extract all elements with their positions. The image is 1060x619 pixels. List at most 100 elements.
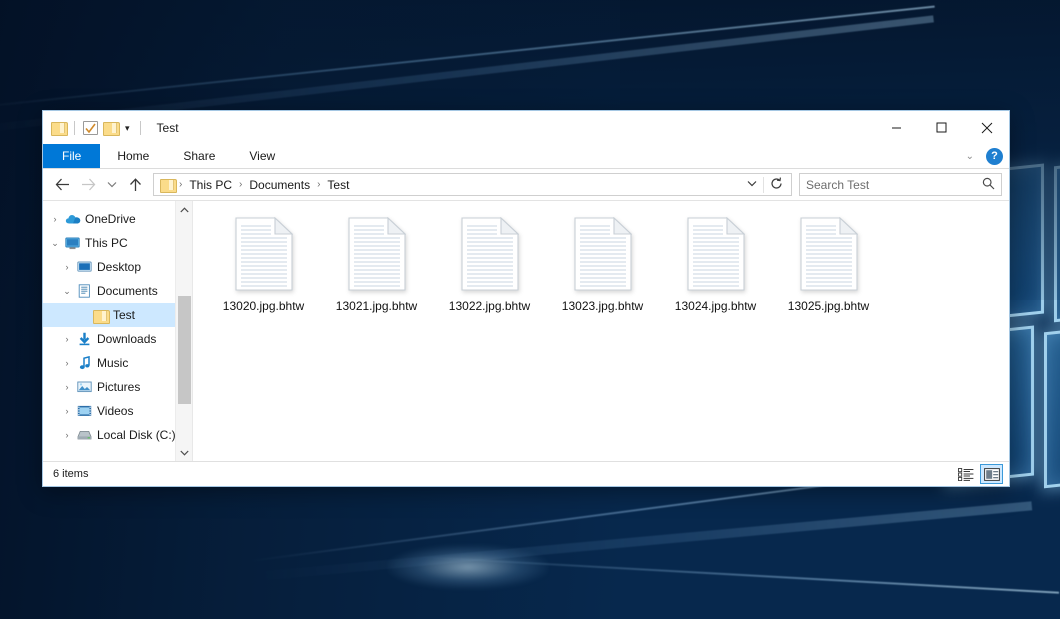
status-bar: 6 items: [43, 461, 1009, 486]
generic-document-icon: [461, 217, 519, 291]
sidebar-item-desktop[interactable]: › Desktop: [43, 255, 192, 279]
window-title: Test: [157, 121, 179, 135]
details-view-button[interactable]: [954, 464, 977, 484]
breadcrumb-item-test[interactable]: Test: [322, 176, 354, 194]
sidebar-item-music[interactable]: › Music: [43, 351, 192, 375]
sidebar-item-label: Local Disk (C:): [94, 428, 176, 442]
large-icons-view-button[interactable]: [980, 464, 1003, 484]
sidebar-item-label: Videos: [94, 404, 133, 418]
back-button[interactable]: [50, 173, 74, 197]
tab-file[interactable]: File: [43, 144, 100, 168]
breadcrumb-item-this-pc[interactable]: This PC: [184, 176, 237, 194]
chevron-down-icon[interactable]: ⌄: [59, 286, 75, 297]
chevron-right-icon[interactable]: ›: [47, 214, 63, 224]
toolbar-divider: [140, 121, 141, 135]
address-bar[interactable]: › This PC › Documents › Test: [153, 173, 792, 196]
scroll-up-icon[interactable]: [176, 201, 193, 218]
sidebar-item-onedrive[interactable]: › OneDrive: [43, 207, 192, 231]
scroll-down-icon[interactable]: [176, 444, 193, 461]
breadcrumb-separator: ›: [238, 179, 243, 190]
properties-checkbox-icon[interactable]: [83, 121, 98, 135]
sidebar-item-local-disk-c[interactable]: › Local Disk (C:): [43, 423, 192, 447]
file-name-label: 13023.jpg.bhtw: [562, 299, 643, 313]
pictures-icon: [75, 381, 94, 393]
tab-home[interactable]: Home: [100, 144, 166, 168]
search-input[interactable]: Search Test: [799, 173, 1002, 196]
address-folder-icon: [160, 178, 175, 191]
sidebar-item-label: This PC: [82, 236, 128, 250]
folder-icon[interactable]: [51, 121, 66, 134]
minimize-button[interactable]: [874, 111, 919, 144]
sidebar-item-this-pc[interactable]: ⌄ This PC: [43, 231, 192, 255]
up-button[interactable]: [123, 173, 147, 197]
sidebar-item-label: Downloads: [94, 332, 156, 346]
sidebar-item-videos[interactable]: › Videos: [43, 399, 192, 423]
refresh-icon[interactable]: [763, 177, 789, 193]
sidebar-item-label: Documents: [94, 284, 158, 298]
chevron-down-icon[interactable]: ⌄: [47, 238, 63, 249]
sidebar-item-pictures[interactable]: › Pictures: [43, 375, 192, 399]
sidebar-item-label: Music: [94, 356, 128, 370]
quick-access-toolbar: ▾ Test: [43, 121, 179, 135]
forward-button[interactable]: [76, 173, 100, 197]
sidebar-item-test[interactable]: › Test: [43, 303, 192, 327]
chevron-right-icon[interactable]: ›: [59, 262, 75, 272]
sidebar-item-label: Pictures: [94, 380, 140, 394]
sidebar-item-label: Desktop: [94, 260, 141, 274]
breadcrumb-separator: ›: [316, 179, 321, 190]
close-button[interactable]: [964, 111, 1009, 144]
tab-share[interactable]: Share: [166, 144, 232, 168]
cloud-icon: [63, 213, 82, 225]
file-item[interactable]: 13023.jpg.bhtw: [546, 213, 659, 335]
file-name-label: 13020.jpg.bhtw: [223, 299, 304, 313]
sidebar-item-downloads[interactable]: › Downloads: [43, 327, 192, 351]
customize-quick-access-caret[interactable]: ▾: [123, 124, 132, 133]
file-item[interactable]: 13020.jpg.bhtw: [207, 213, 320, 335]
sidebar-item-documents[interactable]: ⌄ Documents: [43, 279, 192, 303]
chevron-right-icon[interactable]: ›: [59, 406, 75, 416]
generic-document-icon: [348, 217, 406, 291]
file-name-label: 13022.jpg.bhtw: [449, 299, 530, 313]
file-item[interactable]: 13025.jpg.bhtw: [772, 213, 885, 335]
file-item[interactable]: 13022.jpg.bhtw: [433, 213, 546, 335]
file-item[interactable]: 13021.jpg.bhtw: [320, 213, 433, 335]
view-mode-buttons: [954, 464, 1003, 484]
wallpaper-light-burst: [388, 545, 548, 589]
chevron-right-icon[interactable]: ›: [59, 358, 75, 368]
maximize-button[interactable]: [919, 111, 964, 144]
chevron-right-icon[interactable]: ›: [59, 430, 75, 440]
new-folder-icon[interactable]: [103, 121, 118, 134]
generic-document-icon: [235, 217, 293, 291]
breadcrumb: › This PC › Documents › Test: [178, 176, 741, 194]
toolbar-divider: [74, 121, 75, 135]
videos-icon: [75, 405, 94, 417]
file-item[interactable]: 13024.jpg.bhtw: [659, 213, 772, 335]
address-bar-row: › This PC › Documents › Test Search Test: [43, 169, 1009, 200]
explorer-body: › OneDrive ⌄: [43, 200, 1009, 461]
file-list-view[interactable]: 13020.jpg.bhtw 13021.jpg.: [193, 201, 1009, 461]
search-icon[interactable]: [982, 177, 995, 193]
folder-tree: › OneDrive ⌄: [43, 207, 192, 461]
folder-icon: [91, 309, 110, 322]
item-count-label: 6 items: [53, 468, 954, 480]
chevron-right-icon[interactable]: ›: [59, 334, 75, 344]
scrollbar-thumb[interactable]: [178, 296, 191, 404]
chevron-down-icon[interactable]: ⌄: [963, 151, 977, 162]
address-dropdown-icon[interactable]: [741, 179, 763, 190]
desktop-icon: [75, 261, 94, 273]
title-bar[interactable]: ▾ Test: [43, 111, 1009, 144]
generic-document-icon: [687, 217, 745, 291]
tab-view[interactable]: View: [232, 144, 292, 168]
drive-icon: [75, 429, 94, 441]
chevron-right-icon[interactable]: ›: [59, 382, 75, 392]
help-button[interactable]: ?: [986, 148, 1003, 165]
file-explorer-window: ▾ Test File Home Share View ⌄ ?: [42, 110, 1010, 487]
breadcrumb-item-documents[interactable]: Documents: [244, 176, 315, 194]
scrollbar-track[interactable]: [176, 218, 193, 444]
sidebar-scrollbar[interactable]: [175, 201, 192, 461]
windows-logo-pane: [1044, 320, 1060, 489]
recent-locations-button[interactable]: [102, 173, 121, 197]
search-placeholder: Search Test: [806, 178, 982, 192]
window-controls: [874, 111, 1009, 144]
ribbon-right-controls: ⌄ ?: [963, 144, 1003, 169]
